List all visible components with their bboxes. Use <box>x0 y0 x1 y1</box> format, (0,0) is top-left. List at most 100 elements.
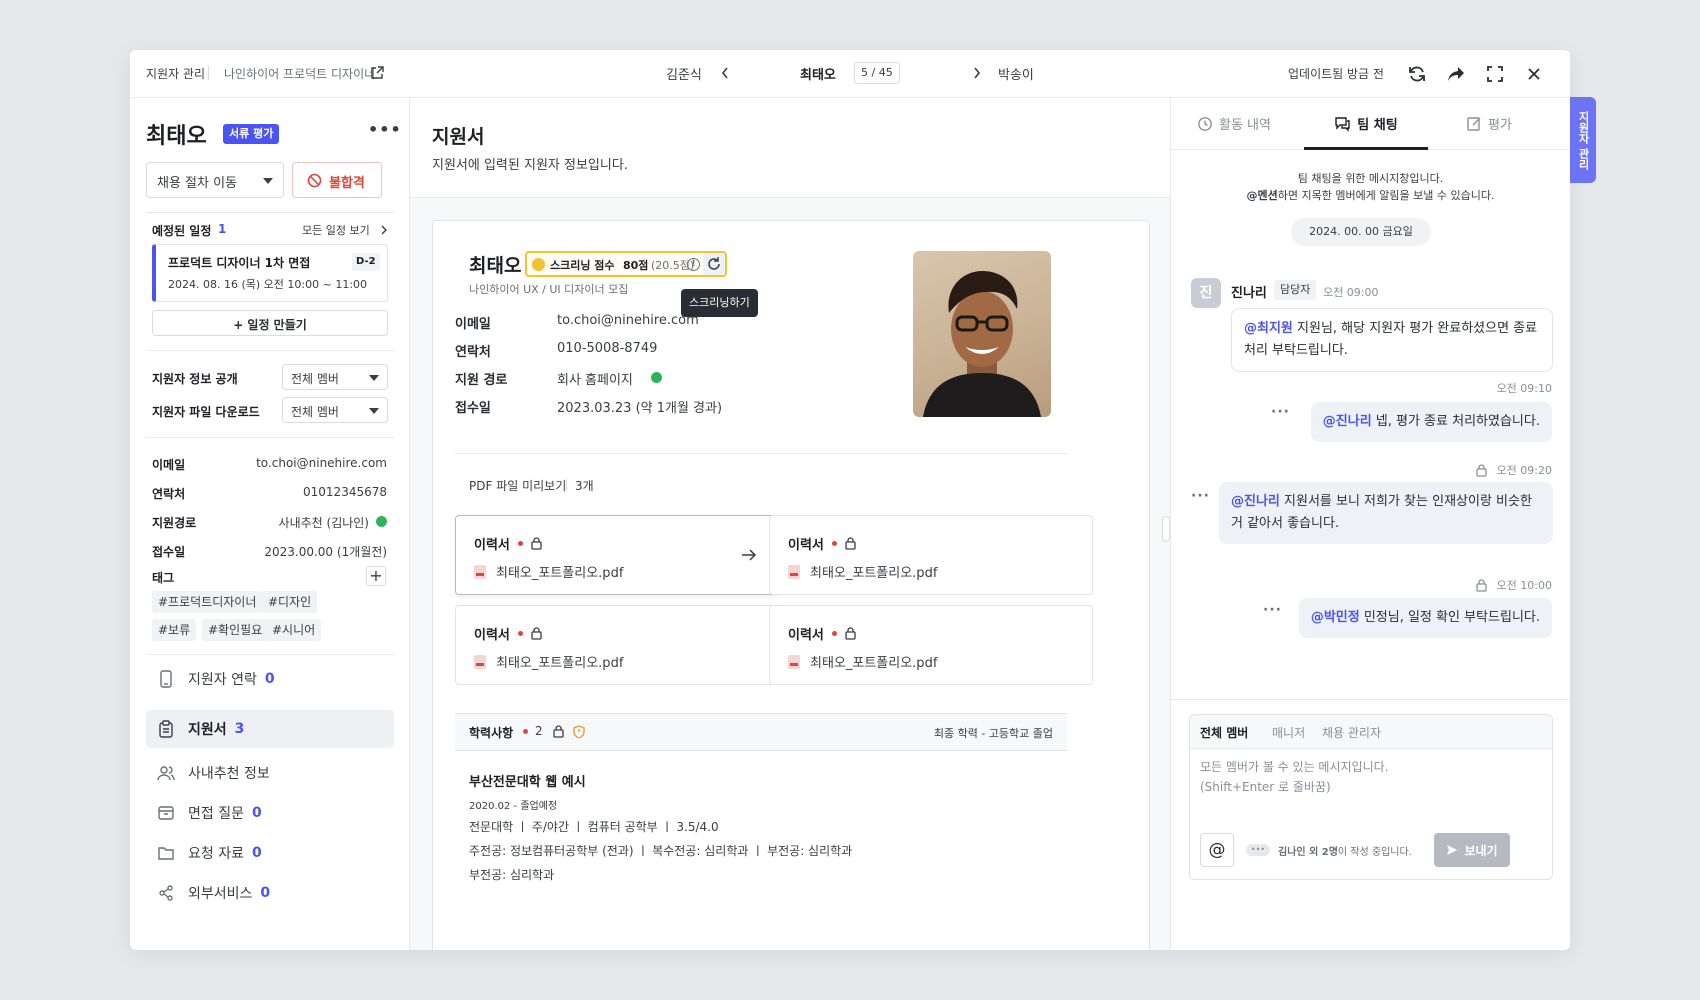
info-icon[interactable]: ! <box>687 258 700 271</box>
tag[interactable]: #시니어 <box>266 619 322 641</box>
external-link-icon[interactable] <box>370 66 384 80</box>
job-posting: 나인하이어 UX / UI 디자이너 모집 <box>469 283 629 296</box>
schedule-event-card[interactable]: 프로덕트 디자이너 1차 면접 D-2 2024. 08. 16 (목) 오전 … <box>152 244 388 302</box>
pdf-preview-title: PDF 파일 미리보기 <box>469 479 567 493</box>
file-card[interactable]: 이력서 최태오_포트폴리오.pdf <box>455 515 779 595</box>
file-card[interactable]: 이력서 최태오_포트폴리오.pdf <box>769 515 1093 595</box>
applicant-photo <box>913 251 1051 417</box>
verified-icon <box>376 516 387 527</box>
lock-icon <box>845 627 856 640</box>
reject-button[interactable]: 불합격 <box>292 162 382 198</box>
pdf-file-icon <box>474 564 486 579</box>
side-tab-applicant-management[interactable]: 지원자 관리 <box>1570 97 1596 183</box>
all-schedules-link[interactable]: 모든 일정 보기 <box>302 222 370 238</box>
phone-icon <box>156 669 176 689</box>
breadcrumb-root[interactable]: 지원자 관리 <box>146 65 205 82</box>
chevron-down-icon <box>369 408 379 414</box>
applicant-card-name: 최태오 <box>469 255 522 277</box>
chevron-down-icon <box>263 178 273 184</box>
download-select[interactable]: 전체 멤버 <box>282 397 388 423</box>
pdf-file-icon <box>788 654 800 669</box>
lock-icon <box>531 627 542 640</box>
next-applicant-name[interactable]: 박송이 <box>998 64 1034 83</box>
tag[interactable]: #보류 <box>152 619 197 641</box>
rescreen-icon[interactable] <box>703 253 725 275</box>
divider <box>146 350 394 351</box>
edit-icon <box>1467 116 1482 131</box>
close-icon[interactable] <box>1524 64 1544 84</box>
mention-button[interactable]: @ <box>1200 833 1234 867</box>
divider <box>146 212 394 213</box>
more-options-icon[interactable]: ••• <box>368 120 402 139</box>
info-phone-label: 연락처 <box>152 487 186 501</box>
file-card[interactable]: 이력서 최태오_포트폴리오.pdf <box>455 605 779 685</box>
composer-area: 전체 멤버 매니저 채용 관리자 모든 멤버가 볼 수 있는 메시지입니다. (… <box>1171 699 1570 950</box>
breadcrumb-job[interactable]: 나인하이어 프로덕트 디자이너 <box>224 65 375 82</box>
pdf-count: 3개 <box>575 479 594 493</box>
screening-score-box: 스크리닝 점수 80점 (20.5점) ! <box>525 251 727 277</box>
typing-status: 김나인 외 2명이 작성 중입니다. <box>1278 847 1412 858</box>
school-date: 2020.02 - 졸업예정 <box>469 801 558 812</box>
chevron-right-icon[interactable] <box>380 224 388 236</box>
arrow-right-icon[interactable] <box>741 548 757 562</box>
info-route-label: 지원경로 <box>152 516 197 530</box>
tab-evaluation[interactable]: 평가 <box>1467 114 1512 133</box>
audience-tab-all[interactable]: 전체 멤버 <box>1200 724 1248 741</box>
share-icon[interactable] <box>1446 64 1466 84</box>
info-date-label: 접수일 <box>152 545 186 559</box>
prev-applicant-name[interactable]: 김준식 <box>666 64 702 83</box>
chat-icon <box>1334 116 1351 132</box>
audience-tab-admin[interactable]: 채용 관리자 <box>1322 724 1381 741</box>
page-subtitle: 지원서에 입력된 지원자 정보입니다. <box>432 158 628 173</box>
refresh-icon[interactable] <box>1407 64 1427 84</box>
nav-item-external-services[interactable]: 외부서비스 0 <box>146 874 394 912</box>
add-tag-icon[interactable]: + <box>366 566 386 586</box>
nav-item-referral[interactable]: 사내추천 정보 <box>146 754 394 792</box>
info-date: 2023.00.00 (1개월전) <box>264 545 387 559</box>
tag[interactable]: #프로덕트디자이너 <box>152 591 263 613</box>
chevron-right-icon[interactable] <box>972 66 982 80</box>
send-icon <box>1446 844 1458 856</box>
message-options-icon[interactable]: ··· <box>1191 488 1210 504</box>
file-card[interactable]: 이력서 최태오_포트폴리오.pdf <box>769 605 1093 685</box>
audience-tab-manager[interactable]: 매니저 <box>1272 724 1305 741</box>
score-coin-icon <box>532 258 545 271</box>
fullscreen-icon[interactable] <box>1485 64 1505 84</box>
nav-item-application[interactable]: 지원서 3 <box>146 710 394 748</box>
updated-status: 업데이트됨 방금 전 <box>1288 67 1384 81</box>
add-event-button[interactable]: + 일정 만들기 <box>152 310 388 336</box>
nav-item-contact[interactable]: 지원자 연락 0 <box>146 660 394 698</box>
chevron-left-icon[interactable] <box>720 66 730 80</box>
folder-icon <box>156 843 176 863</box>
stage-badge: 서류 평가 <box>223 124 280 144</box>
tag[interactable]: #디자인 <box>262 591 318 613</box>
tab-activity[interactable]: 활동 내역 <box>1197 114 1271 133</box>
message-input[interactable]: 모든 멤버가 볼 수 있는 메시지입니다. (Shift+Enter 로 줄바꿈… <box>1200 757 1540 817</box>
nav-item-requested-materials[interactable]: 요청 자료 0 <box>146 834 394 872</box>
send-button[interactable]: 보내기 <box>1434 833 1510 867</box>
nav-item-interview-questions[interactable]: 면접 질문 0 <box>146 794 394 832</box>
clipboard-icon <box>156 719 176 739</box>
email-value: to.choi@ninehire.com <box>557 313 699 328</box>
verified-icon <box>651 372 662 383</box>
chat-message: @박민정 민정님, 일정 확인 부탁드립니다. <box>1298 598 1552 638</box>
resize-handle[interactable] <box>1162 516 1170 542</box>
tab-team-chat[interactable]: 팀 채팅 <box>1304 114 1428 133</box>
event-dday-badge: D-2 <box>352 253 380 271</box>
chat-message: @최지원 지원님, 해당 지원자 평가 완료하셨으면 종료 처리 부탁드립니다. <box>1231 308 1553 372</box>
move-stage-select[interactable]: 채용 절차 이동 <box>146 162 284 198</box>
applicant-counter: 5 / 45 <box>854 62 900 84</box>
route-value: 회사 홈페이지 <box>557 373 633 388</box>
message-options-icon[interactable]: ··· <box>1263 602 1282 618</box>
share-select[interactable]: 전체 멤버 <box>282 364 388 390</box>
tag[interactable]: #확인필요 <box>202 619 269 641</box>
applicant-sidebar: 최태오 서류 평가 ••• 채용 절차 이동 불합격 예정된 일정 1 모든 일… <box>130 98 410 950</box>
required-dot <box>517 541 523 546</box>
message-options-icon[interactable]: ··· <box>1271 404 1290 420</box>
lock-icon <box>531 537 542 550</box>
history-icon <box>1197 116 1213 132</box>
lock-icon <box>1475 463 1487 477</box>
message-time-row: 오전 09:20 <box>1475 462 1552 478</box>
schedule-count: 1 <box>218 222 227 236</box>
route-label: 지원 경로 <box>455 373 508 388</box>
